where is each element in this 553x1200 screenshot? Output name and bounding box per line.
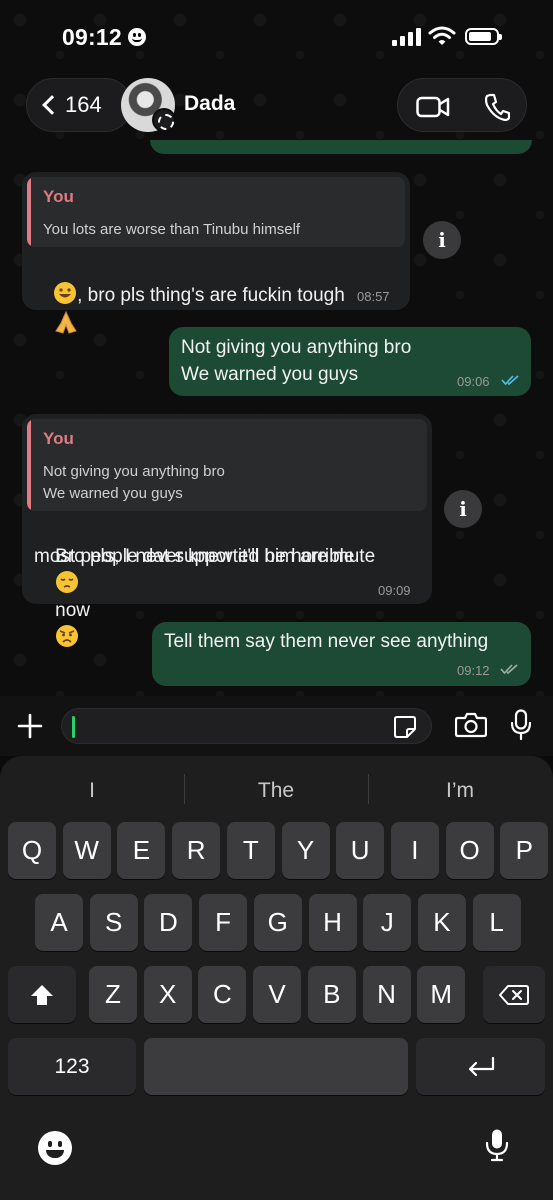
return-icon [468,1056,494,1076]
message-text: now [34,570,90,679]
compose-bar [0,696,553,756]
wifi-icon [428,26,456,45]
text-caret [72,716,75,738]
camera-icon[interactable] [455,712,487,738]
key-i[interactable]: I [390,822,439,879]
video-call-icon[interactable] [416,96,450,118]
focus-face-icon [128,28,146,46]
key-h[interactable]: H [308,894,357,951]
sticker-icon[interactable] [393,715,417,739]
keyboard: I The I’m 123 QWERTYUIOPASDFGHJKLZXCVBNM [0,756,553,1200]
suggestion-3[interactable]: I’m [368,774,552,808]
key-k[interactable]: K [417,894,466,951]
key-v[interactable]: V [253,966,302,1023]
message-input[interactable] [61,708,432,744]
message-time: 09:09 [378,583,411,598]
previous-message-edge [150,140,532,154]
dictation-icon[interactable] [485,1128,509,1162]
key-x[interactable]: X [143,966,192,1023]
call-buttons [397,78,527,132]
key-z[interactable]: Z [89,966,137,1023]
status-ring-icon[interactable] [152,108,176,132]
key-n[interactable]: N [362,966,411,1023]
message-bubble[interactable]: Tell them say them never see anything 09… [152,622,531,686]
key-g[interactable]: G [253,894,302,951]
grinning-face-icon [54,282,77,304]
info-button[interactable]: i [444,490,482,528]
key-y[interactable]: Y [281,822,330,879]
key-d[interactable]: D [144,894,193,951]
message-bubble[interactable]: Not giving you anything bro We warned yo… [169,327,531,396]
key-q[interactable]: Q [8,822,56,879]
quote-author: You [43,429,74,448]
key-j[interactable]: J [363,894,412,951]
key-o[interactable]: O [445,822,494,879]
suggestion-2[interactable]: The [184,774,368,808]
key-a[interactable]: A [35,894,83,951]
message-text: Not giving you anything bro We warned yo… [181,337,412,385]
message-time: 09:06 [457,374,490,389]
unread-count: 164 [65,92,102,117]
message-line: most people dat supported him are mute [34,546,376,567]
key-c[interactable]: C [198,966,247,1023]
voice-call-icon[interactable] [484,93,510,121]
shift-icon [31,984,53,1005]
key-r[interactable]: R [172,822,221,879]
plus-icon[interactable] [17,713,43,739]
contact-name[interactable]: Dada [184,92,235,116]
angry-face-icon [56,625,79,647]
key-w[interactable]: W [62,822,111,879]
back-button[interactable]: 164 [26,78,132,132]
quote-text: We warned you guys [43,485,183,502]
delete-icon [499,984,529,1005]
key-m[interactable]: M [417,966,466,1023]
key-s[interactable]: S [89,894,138,951]
message-time: 09:12 [457,663,490,678]
quote-author: You [43,187,74,206]
chat-header: 164 Dada [0,70,553,150]
cellular-signal-icon [392,28,422,46]
key-t[interactable]: T [226,822,275,879]
status-time: 09:12 [62,24,122,50]
delete-key[interactable] [483,966,545,1023]
back-chevron-icon [42,95,62,115]
key-e[interactable]: E [117,822,166,879]
key-u[interactable]: U [336,822,385,879]
emoji-icon[interactable] [38,1131,72,1165]
status-bar: 09:12 [0,0,553,70]
quote-text: Not giving you anything bro [43,463,225,480]
mic-icon[interactable] [510,709,532,741]
key-p[interactable]: P [500,822,549,879]
battery-icon [465,28,502,45]
message-line: now [55,600,90,621]
return-key[interactable] [416,1038,545,1095]
space-key[interactable] [144,1038,408,1095]
message-text: Tell them say them never see anything [164,631,489,652]
quote-text: You lots are worse than Tinubu himself [43,221,301,238]
message-bubble[interactable]: You You lots are worse than Tinubu himse… [22,172,410,334]
reply-quote[interactable]: You You lots are worse than Tinubu himse… [27,177,405,247]
info-button[interactable]: i [423,221,461,259]
key-f[interactable]: F [199,894,248,951]
key-b[interactable]: B [307,966,356,1023]
message-time: 08:57 [357,289,390,304]
numbers-key[interactable]: 123 [8,1038,136,1095]
reply-quote[interactable]: You Not giving you anything bro We warne… [27,419,427,511]
message-bubble[interactable]: You Not giving you anything bro We warne… [22,414,432,647]
message-body: , bro pls thing's are fuckin tough [77,285,345,306]
suggestion-1[interactable]: I [0,774,184,808]
shift-key[interactable] [8,966,76,1023]
read-receipt-icon [501,375,519,386]
key-l[interactable]: L [472,894,521,951]
folded-hands-icon [55,310,77,334]
delivered-receipt-icon [500,664,518,675]
